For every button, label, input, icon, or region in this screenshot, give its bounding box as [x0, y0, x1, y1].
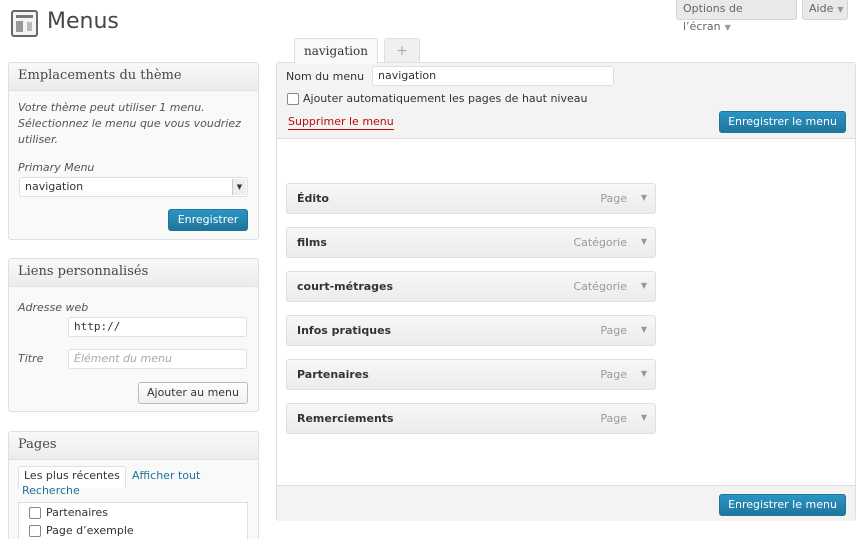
menu-item-court-metrages[interactable]: court-métrages Catégorie ▼ — [286, 271, 656, 302]
primary-menu-label: Primary Menu — [18, 161, 95, 174]
save-menu-button-top[interactable]: Enregistrer le menu — [719, 111, 846, 133]
auto-add-checkbox[interactable] — [287, 92, 299, 105]
pages-box: Pages Les plus récentes Afficher tout Re… — [8, 431, 259, 539]
theme-locations-box: Emplacements du thème Votre thème peut u… — [8, 62, 259, 240]
custom-links-title: Liens personnalisés — [9, 259, 258, 287]
chevron-down-icon: ▼ — [837, 5, 844, 14]
menu-item-remerciements[interactable]: Remerciements Page ▼ — [286, 403, 656, 434]
auto-add-label: Ajouter automatiquement les pages de hau… — [303, 92, 588, 105]
chevron-down-icon[interactable]: ▼ — [641, 237, 647, 246]
menu-item-infos-pratiques[interactable]: Infos pratiques Page ▼ — [286, 315, 656, 346]
menu-name-input[interactable]: navigation — [372, 66, 614, 86]
add-to-menu-button[interactable]: Ajouter au menu — [138, 382, 248, 404]
menu-item-type: Page — [600, 368, 627, 381]
menu-item-type: Page — [600, 324, 627, 337]
menu-item-type: Page — [600, 412, 627, 425]
page-item-label: Partenaires — [46, 506, 109, 519]
chevron-down-icon[interactable]: ▼ — [641, 325, 647, 334]
chevron-down-icon[interactable]: ▼ — [641, 413, 647, 422]
menu-editor-footer: Enregistrer le menu — [277, 485, 855, 521]
screen-options-label: Options de l’écran — [683, 2, 743, 33]
menu-item-title: Infos pratiques — [297, 324, 392, 337]
tab-search[interactable]: Recherche — [22, 484, 80, 497]
link-title-label: Titre — [18, 352, 44, 365]
theme-locations-description: Votre thème peut utiliser 1 menu. Sélect… — [18, 101, 241, 146]
pages-list: Partenaires Page d’exemple — [18, 502, 248, 539]
page-title: Menus — [47, 9, 119, 34]
chevron-down-icon: ▼ — [724, 23, 731, 32]
tab-navigation-menu[interactable]: navigation — [294, 38, 378, 64]
menu-item-title: films — [297, 236, 327, 249]
menu-item-partenaires[interactable]: Partenaires Page ▼ — [286, 359, 656, 390]
tab-add-menu[interactable]: + — [384, 38, 420, 63]
page-checkbox[interactable] — [29, 506, 41, 519]
list-item[interactable]: Page d’exemple — [29, 524, 134, 537]
theme-locations-title: Emplacements du thème — [9, 63, 258, 91]
menu-item-type: Page — [600, 192, 627, 205]
delete-menu-link[interactable]: Supprimer le menu — [288, 115, 394, 130]
chevron-down-icon: ▼ — [232, 179, 246, 195]
save-menu-button-bottom[interactable]: Enregistrer le menu — [719, 494, 846, 516]
custom-links-box: Liens personnalisés Adresse web http:// … — [8, 258, 259, 412]
help-label: Aide — [809, 2, 834, 15]
menu-item-type: Catégorie — [573, 236, 627, 249]
page-item-label: Page d’exemple — [46, 524, 134, 537]
auto-add-option[interactable]: Ajouter automatiquement les pages de hau… — [287, 92, 587, 105]
menu-item-title: Remerciements — [297, 412, 394, 425]
menu-item-edito[interactable]: Édito Page ▼ — [286, 183, 656, 214]
menu-item-films[interactable]: films Catégorie ▼ — [286, 227, 656, 258]
chevron-down-icon[interactable]: ▼ — [641, 193, 647, 202]
page-checkbox[interactable] — [29, 524, 41, 537]
menus-page-icon — [11, 10, 38, 37]
chevron-down-icon[interactable]: ▼ — [641, 369, 647, 378]
screen-options-button[interactable]: Options de l’écran ▼ — [676, 0, 797, 33]
menu-item-type: Catégorie — [573, 280, 627, 293]
url-input[interactable]: http:// — [68, 317, 247, 337]
primary-menu-select[interactable]: navigation ▼ — [19, 177, 248, 197]
menu-name-label: Nom du menu — [286, 70, 365, 83]
tab-view-all[interactable]: Afficher tout — [132, 469, 200, 482]
menu-editor-header: Nom du menu navigation Ajouter automatiq… — [277, 63, 855, 139]
menu-item-title: Partenaires — [297, 368, 369, 381]
menu-item-title: court-métrages — [297, 280, 394, 293]
list-item[interactable]: Partenaires — [29, 506, 108, 519]
pages-title: Pages — [9, 432, 258, 460]
link-title-input[interactable]: Élément du menu — [68, 349, 247, 369]
chevron-down-icon[interactable]: ▼ — [641, 281, 647, 290]
help-button[interactable]: Aide ▼ — [802, 0, 848, 20]
primary-menu-select-value: navigation — [25, 180, 84, 193]
menu-item-title: Édito — [297, 192, 329, 205]
save-locations-button[interactable]: Enregistrer — [168, 209, 248, 231]
url-label: Adresse web — [18, 301, 89, 314]
